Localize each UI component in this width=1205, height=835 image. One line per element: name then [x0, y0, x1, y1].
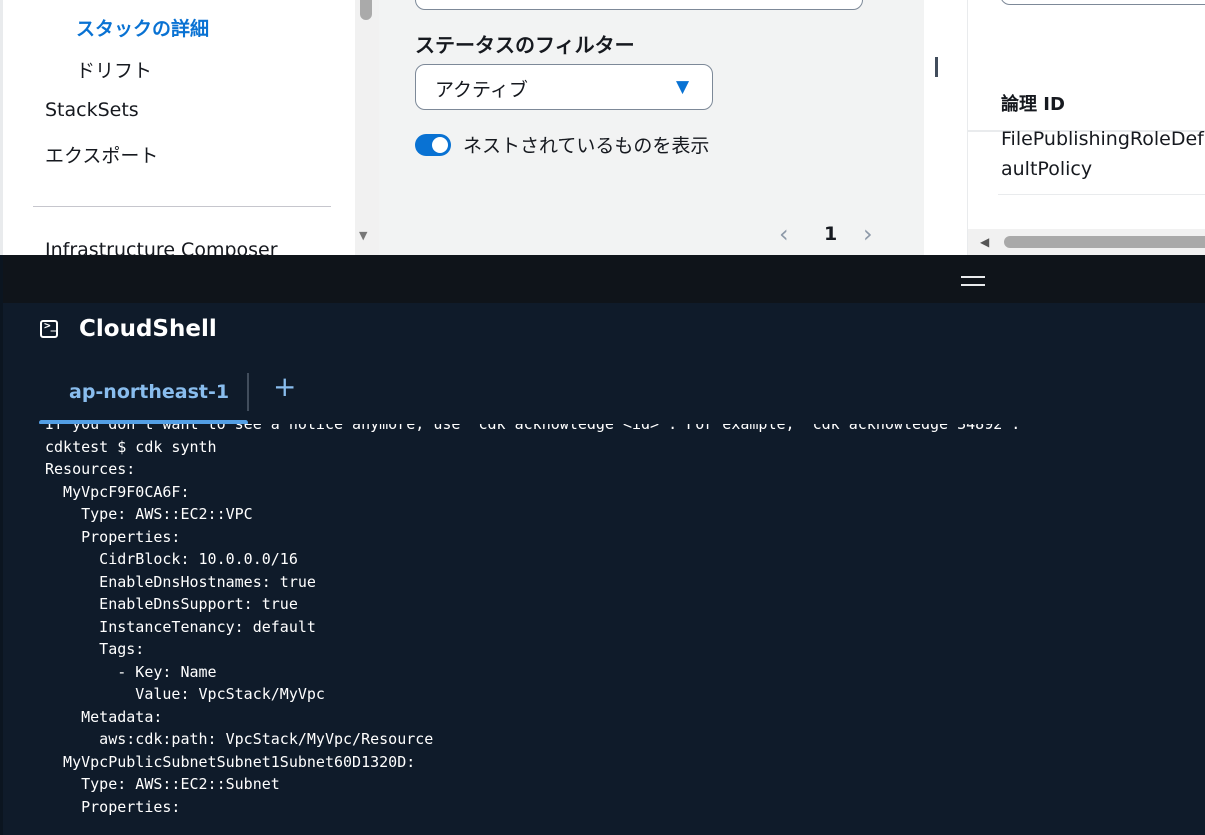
chevron-left-icon[interactable]: ‹	[779, 220, 789, 248]
terminal-line: MyVpcPublicSubnetSubnet1Subnet60D1320D:	[45, 752, 416, 771]
current-page-number[interactable]: 1	[824, 223, 837, 245]
terminal-line: Resources:	[45, 460, 136, 478]
caret-down-icon: ▼	[676, 77, 690, 97]
add-tab-button[interactable]: +	[273, 373, 296, 401]
terminal-line: If you don’t want to see a notice anymor…	[45, 424, 1021, 433]
split-panel-resize-handle[interactable]	[935, 57, 938, 77]
status-filter-select[interactable]: アクティブ ▼	[415, 64, 713, 110]
logical-id-column-header[interactable]: 論理 ID	[1001, 90, 1065, 116]
nav-item-infrastructure-composer[interactable]: Infrastructure Composer	[45, 239, 278, 255]
tab-label: ap-northeast-1	[69, 381, 230, 403]
terminal-line: MyVpcF9F0CA6F:	[45, 482, 190, 501]
terminal-line: - Key: Name	[45, 662, 217, 681]
logical-id-cell: FilePublishingRoleDefaultPolicy	[1001, 128, 1204, 180]
terminal-line: cdktest $ cdk synth	[45, 437, 217, 456]
scroll-left-arrow-icon[interactable]: ◀	[980, 235, 989, 249]
cloudshell-title: CloudShell	[79, 316, 217, 342]
drag-handle-icon[interactable]	[961, 276, 985, 286]
terminal-line: EnableDnsHostnames: true	[45, 572, 316, 591]
terminal-line: Type: AWS::EC2::Subnet	[45, 775, 280, 793]
resource-filter-panel: ステータスのフィルター アクティブ ▼ ネストされているものを表示 ‹ 1 ›	[379, 0, 924, 255]
toggle-knob	[432, 137, 448, 153]
terminal-line: aws:cdk:path: VpcStack/MyVpc/Resource	[45, 730, 434, 748]
nav-divider	[33, 206, 331, 207]
cloudshell-header: >_ CloudShell ap-northeast-1 +	[3, 303, 1205, 425]
status-filter-label: ステータスのフィルター	[415, 33, 635, 57]
terminal-line: EnableDnsSupport: true	[45, 595, 298, 613]
cloudshell-resize-bar[interactable]	[3, 255, 1205, 303]
terminal-line: InstanceTenancy: default	[45, 617, 316, 636]
terminal-line: Tags:	[45, 640, 145, 658]
terminal-icon: >_	[40, 319, 58, 338]
chevron-right-icon[interactable]: ›	[863, 220, 873, 248]
nav-item-stack-details[interactable]: スタックの詳細	[76, 14, 209, 41]
terminal-lines: If you don’t want to see a notice anymor…	[45, 424, 1020, 818]
show-nested-toggle[interactable]	[415, 134, 451, 156]
nav-scrollbar[interactable]	[355, 0, 379, 255]
tab-separator	[247, 373, 249, 411]
table-row-divider	[998, 194, 1205, 195]
show-nested-label: ネストされているものを表示	[463, 135, 710, 157]
terminal-line: Properties:	[45, 797, 181, 816]
side-navigation: スタックの詳細 ドリフト StackSets エクスポート Infrastruc…	[3, 0, 355, 255]
nav-item-exports[interactable]: エクスポート	[45, 141, 158, 168]
table-horizontal-scrollbar[interactable]: ◀	[968, 229, 1205, 255]
terminal-output[interactable]: If you don’t want to see a notice anymor…	[3, 424, 1205, 835]
resource-table-panel: 論理 ID FilePublishingRoleDefaultPolicy ◀	[967, 0, 1205, 255]
cloudformation-console: スタックの詳細 ドリフト StackSets エクスポート Infrastruc…	[0, 0, 1205, 255]
filter-search-input[interactable]	[415, 0, 863, 10]
resource-search-input[interactable]	[1000, 0, 1205, 5]
terminal-line: Type: AWS::EC2::VPC	[45, 505, 253, 523]
terminal-line: Metadata:	[45, 707, 163, 726]
nav-item-drift[interactable]: ドリフト	[76, 56, 152, 83]
terminal-line: Properties:	[45, 527, 181, 546]
terminal-line: CidrBlock: 10.0.0.0/16	[45, 550, 298, 568]
horizontal-scrollbar-thumb[interactable]	[1004, 236, 1205, 248]
status-filter-value: アクティブ	[435, 79, 528, 101]
scroll-down-arrow-icon[interactable]: ▼	[359, 229, 367, 242]
nav-scrollbar-thumb[interactable]	[360, 0, 372, 20]
split-panel-gap	[924, 0, 967, 255]
nav-item-stacksets[interactable]: StackSets	[45, 99, 139, 121]
terminal-line: Value: VpcStack/MyVpc	[45, 685, 325, 703]
cloudshell-panel: >_ CloudShell ap-northeast-1 + If you do…	[0, 255, 1205, 835]
